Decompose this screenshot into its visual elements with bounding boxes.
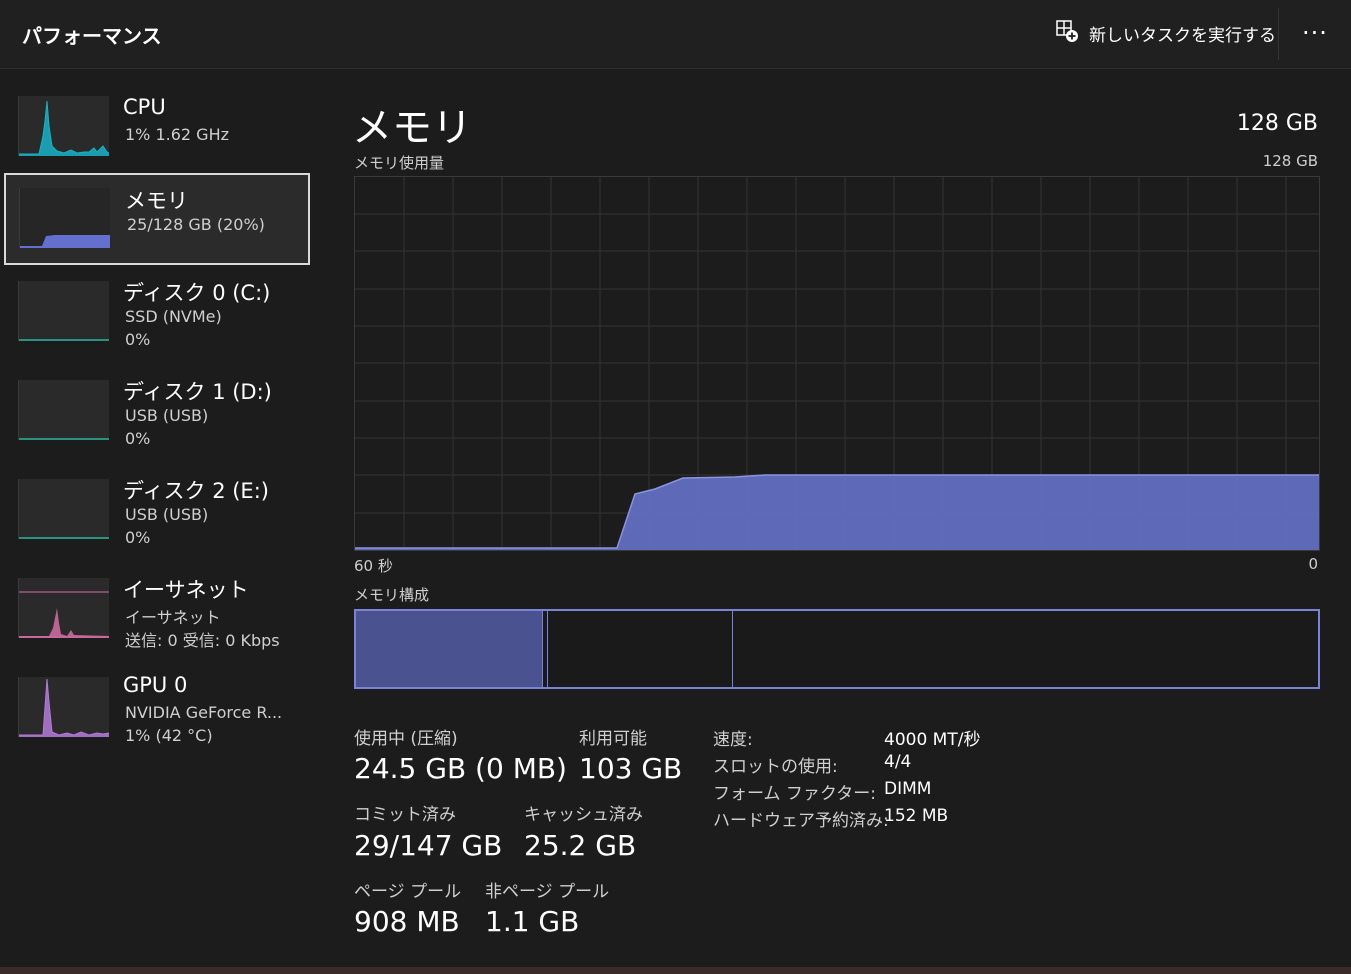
sidebar-item-cpu[interactable]: CPU 1% 1.62 GHz	[4, 92, 310, 184]
gpu-thumbnail-graph	[18, 677, 110, 737]
sidebar-item-label: GPU 0	[123, 673, 188, 697]
paged-pool-label: ページ プール	[354, 882, 462, 902]
run-new-task-button[interactable]: 新しいタスクを実行する	[1055, 18, 1276, 48]
sidebar-item-usage: 0%	[125, 429, 151, 448]
form-factor-value: DIMM	[884, 779, 932, 799]
sidebar-item-detail: 25/128 GB (20%)	[127, 215, 265, 234]
sidebar-item-disk-2[interactable]: ディスク 2 (E:) USB (USB) 0%	[4, 475, 310, 567]
sidebar-item-label: ディスク 0 (C:)	[123, 281, 271, 305]
disk-2-thumbnail-graph	[18, 479, 109, 539]
sidebar-item-detail: イーサネット	[125, 608, 221, 627]
sidebar-item-usage: 0%	[125, 528, 151, 547]
usage-graph-label: メモリ使用量	[354, 154, 445, 172]
sidebar-item-disk-1[interactable]: ディスク 1 (D:) USB (USB) 0%	[4, 376, 310, 468]
run-task-label: 新しいタスクを実行する	[1089, 25, 1276, 46]
nonpaged-pool-value: 1.1 GB	[485, 905, 580, 938]
composition-modified	[542, 611, 548, 687]
window-bottom-edge	[0, 967, 1351, 974]
sidebar-item-detail: SSD (NVMe)	[125, 307, 222, 326]
axis-right-label: 0	[1308, 555, 1318, 573]
more-options-button[interactable]: ···	[1298, 16, 1332, 50]
in-use-value: 24.5 GB (0 MB)	[354, 752, 567, 785]
top-bar: パフォーマンス 新しいタスクを実行する ···	[0, 0, 1351, 69]
sidebar-item-label: ディスク 2 (E:)	[123, 479, 269, 503]
sidebar-item-detail: NVIDIA GeForce R...	[125, 703, 283, 722]
form-factor-label: フォーム ファクター:	[713, 784, 876, 804]
available-value: 103 GB	[579, 752, 683, 785]
axis-left-label: 60 秒	[354, 557, 393, 575]
total-capacity: 128 GB	[1236, 111, 1318, 136]
cached-value: 25.2 GB	[524, 829, 637, 862]
memory-usage-graph-svg	[355, 177, 1319, 550]
memory-thumbnail-graph	[19, 188, 110, 248]
sidebar-item-gpu-0[interactable]: GPU 0 NVIDIA GeForce R... 1% (42 °C)	[4, 673, 310, 765]
speed-label: 速度:	[713, 730, 753, 750]
memory-detail-panel: メモリ 128 GB メモリ使用量 128 GB 60 秒 0 メモリ構成 使用…	[322, 69, 1351, 974]
sidebar-item-label: ディスク 1 (D:)	[123, 380, 272, 404]
sidebar-item-label: CPU	[123, 95, 166, 119]
usage-graph-max: 128 GB	[1262, 152, 1318, 170]
disk-1-thumbnail-graph	[18, 380, 109, 440]
memory-usage-graph	[354, 176, 1320, 551]
page-title: パフォーマンス	[22, 24, 162, 48]
more-icon: ···	[1302, 19, 1328, 47]
sidebar-item-disk-0[interactable]: ディスク 0 (C:) SSD (NVMe) 0%	[4, 277, 310, 369]
cpu-thumbnail-graph	[18, 96, 110, 156]
sidebar-item-usage: 0%	[125, 330, 151, 349]
sidebar-item-label: メモリ	[125, 189, 188, 213]
sidebar-item-detail: USB (USB)	[125, 406, 209, 425]
cached-label: キャッシュ済み	[524, 805, 643, 825]
sidebar-item-ethernet[interactable]: イーサネット イーサネット 送信: 0 受信: 0 Kbps	[4, 574, 310, 666]
memory-composition-bar	[354, 609, 1320, 689]
new-task-icon	[1055, 19, 1079, 48]
paged-pool-value: 908 MB	[354, 905, 460, 938]
sidebar-item-detail: USB (USB)	[125, 505, 209, 524]
sidebar: CPU 1% 1.62 GHz メモリ 25/128 GB (20%) ディスク…	[0, 69, 322, 974]
composition-in-use	[356, 611, 542, 687]
toolbar-divider	[1278, 8, 1279, 60]
hardware-reserved-value: 152 MB	[884, 806, 949, 826]
sidebar-item-usage: 1% (42 °C)	[125, 726, 213, 745]
resource-title: メモリ	[352, 105, 472, 151]
committed-value: 29/147 GB	[354, 829, 503, 862]
slots-label: スロットの使用:	[713, 757, 838, 777]
speed-value: 4000 MT/秒	[884, 730, 981, 750]
disk-0-thumbnail-graph	[18, 281, 109, 341]
sidebar-item-label: イーサネット	[123, 578, 249, 602]
composition-standby-divider	[732, 611, 733, 687]
hardware-reserved-label: ハードウェア予約済み:	[713, 811, 889, 831]
sidebar-item-detail: 1% 1.62 GHz	[125, 125, 230, 144]
ethernet-thumbnail-graph	[18, 578, 109, 638]
in-use-label: 使用中 (圧縮)	[354, 729, 458, 749]
nonpaged-pool-label: 非ページ プール	[485, 882, 610, 902]
committed-label: コミット済み	[354, 805, 456, 825]
slots-value: 4/4	[884, 752, 912, 772]
available-label: 利用可能	[579, 729, 647, 749]
sidebar-item-memory[interactable]: メモリ 25/128 GB (20%)	[4, 173, 310, 265]
composition-label: メモリ構成	[354, 586, 430, 604]
sidebar-item-throughput: 送信: 0 受信: 0 Kbps	[125, 631, 280, 650]
